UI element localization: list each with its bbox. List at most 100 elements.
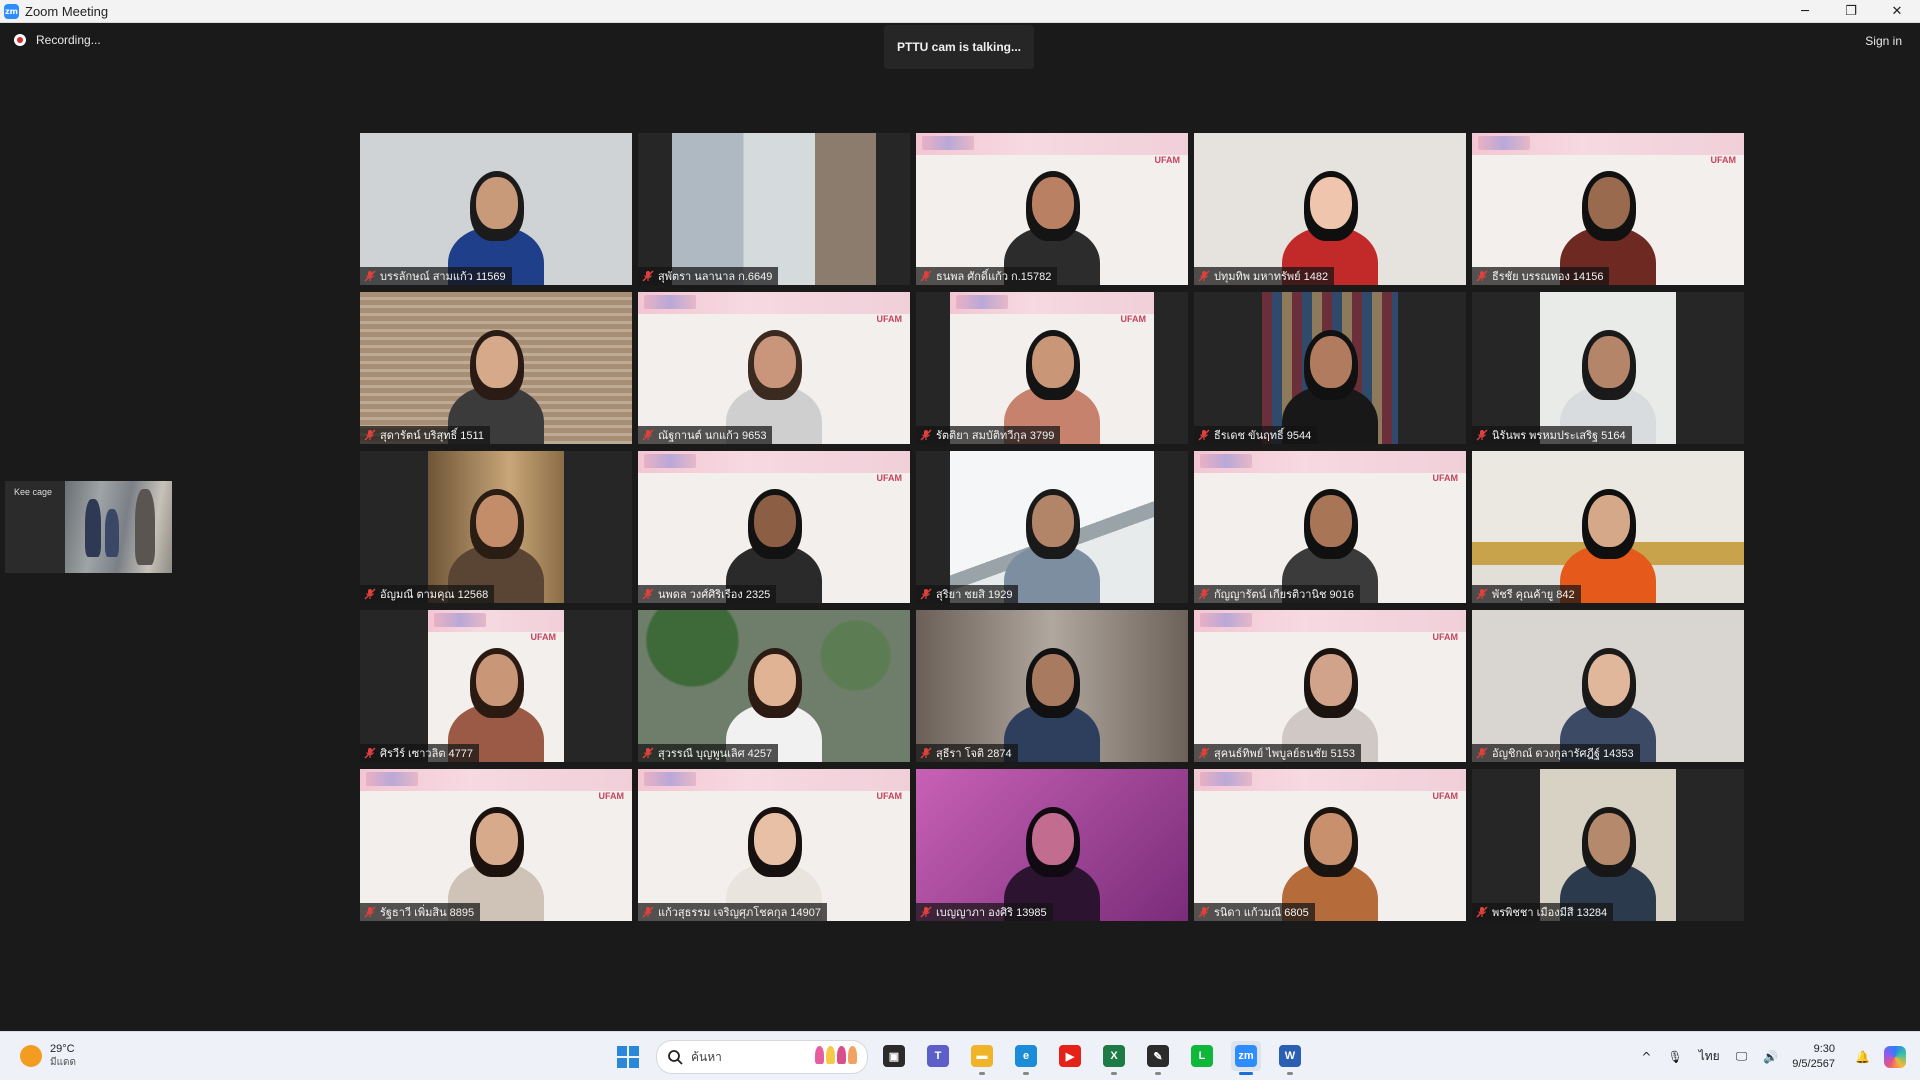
participant-video (1194, 133, 1466, 285)
participant-tile[interactable]: UFAM รัฐธาวี เพิ่มสิน 8895 (360, 769, 632, 921)
participant-tile[interactable]: UFAM ธีรชัย บรรณทอง 14156 (1472, 133, 1744, 285)
recording-indicator[interactable]: Recording... (14, 33, 101, 47)
participant-name: รนิดา แก้วมณี 6805 (1214, 907, 1309, 919)
participant-name: กัญญารัตน์ เกียรติวานิช 9016 (1214, 589, 1354, 601)
shared-slide-header (916, 133, 1188, 155)
participant-name-bar: อัญชิกณ์ ดวงกุลารัศฎีฐ์ 14353 (1472, 744, 1640, 762)
show-hidden-icons-chevron-icon[interactable]: ^ (1641, 1050, 1651, 1064)
record-icon (14, 34, 26, 46)
participant-tile[interactable]: UFAM รนิดา แก้วมณี 6805 (1194, 769, 1466, 921)
file-explorer-app-button[interactable]: ▬ (967, 1041, 997, 1075)
mic-off-icon (1198, 906, 1210, 918)
participant-tile[interactable]: พรพิชชา เมืองมีสี 13284 (1472, 769, 1744, 921)
shared-slide-header (360, 769, 632, 791)
taskbar-search[interactable]: ค้นหา (656, 1040, 868, 1074)
weather-temp: 29°C (50, 1043, 75, 1055)
teams-app-button[interactable]: T (923, 1041, 953, 1071)
participant-name: นิรันพร พรหมประเสริฐ 5164 (1492, 430, 1626, 442)
shared-slide-header (1472, 133, 1744, 155)
active-speaker-banner: PTTU cam is talking... (884, 25, 1034, 69)
participant-tile[interactable]: ธีรเดช ขันฤทธิ์ 9544 (1194, 292, 1466, 444)
participant-name: อัญชิกณ์ ดวงกุลารัศฎีฐ์ 14353 (1492, 748, 1634, 760)
participant-tile[interactable]: สุวรรณี บุญพูนเลิศ 4257 (638, 610, 910, 762)
task-view-app-button[interactable]: ▣ (879, 1041, 909, 1071)
participant-tile[interactable]: UFAM ธนพล ศักดิ์แก้ว ก.15782 (916, 133, 1188, 285)
zoom-app-button[interactable]: zm (1231, 1041, 1261, 1075)
mic-off-icon (1198, 429, 1210, 441)
participant-tile[interactable]: UFAM สุคนธ์ทิพย์ ไพบูลย์ธนชัย 5153 (1194, 610, 1466, 762)
slide-brand: UFAM (1120, 314, 1147, 324)
title-bar[interactable]: zm Zoom Meeting ─ ❐ ✕ (0, 0, 1920, 23)
participant-tile[interactable]: สุธีรา โจติ 2874 (916, 610, 1188, 762)
slide-brand: UFAM (1710, 155, 1737, 165)
slide-brand: UFAM (1154, 155, 1181, 165)
participant-video (1472, 610, 1744, 762)
participant-tile[interactable]: เบญญาภา องศิริ 13985 (916, 769, 1188, 921)
participant-name: ธนพล ศักดิ์แก้ว ก.15782 (936, 271, 1052, 283)
window-title: Zoom Meeting (25, 3, 109, 19)
sun-icon (20, 1045, 42, 1067)
participant-video: UFAM (1194, 769, 1466, 921)
participant-tile[interactable]: UFAM นพดล วงศ์ศิริเรือง 2325 (638, 451, 910, 603)
participant-name: ศิรวีร์ เซาวลิต 4777 (380, 748, 474, 760)
participant-name: พรพิชชา เมืองมีสี 13284 (1492, 907, 1608, 919)
window-controls: ─ ❐ ✕ (1782, 0, 1920, 22)
participant-tile[interactable]: นิรันพร พรหมประเสริฐ 5164 (1472, 292, 1744, 444)
close-button[interactable]: ✕ (1874, 0, 1920, 22)
youtube-app-button[interactable]: ▶ (1055, 1041, 1085, 1071)
participant-video: UFAM (1194, 451, 1466, 603)
mic-off-icon (920, 270, 932, 282)
sign-in-link[interactable]: Sign in (1865, 34, 1902, 48)
participant-tile[interactable]: อัญชิกณ์ ดวงกุลารัศฎีฐ์ 14353 (1472, 610, 1744, 762)
volume-icon[interactable]: 🔊 (1763, 1050, 1778, 1064)
line-app-button[interactable]: L (1187, 1041, 1217, 1071)
participant-tile[interactable]: พัชรี คุณค้ายู 842 (1472, 451, 1744, 603)
edge-icon: e (1015, 1045, 1037, 1067)
slide-brand: UFAM (1432, 632, 1459, 642)
participant-name-bar: นพดล วงศ์ศิริเรือง 2325 (638, 585, 777, 603)
gallery-grid: บรรลักษณ์ สามแก้ว 11569 สุพัตรา นลานาล ก.… (360, 133, 1744, 921)
excel-app-button[interactable]: X (1099, 1041, 1129, 1075)
copilot-icon[interactable] (1884, 1045, 1906, 1068)
edge-app-button[interactable]: e (1011, 1041, 1041, 1075)
notification-bell-icon[interactable]: 🔔 (1855, 1050, 1870, 1064)
participant-video: UFAM (638, 292, 910, 444)
participant-tile[interactable]: UFAM ณัฐกานต์ นกแก้ว 9653 (638, 292, 910, 444)
participant-name: สุพัตรา นลานาล ก.6649 (658, 271, 773, 283)
excel-icon: X (1103, 1045, 1125, 1067)
self-view-tile[interactable]: Kee cage (5, 481, 172, 573)
mic-off-icon (920, 429, 932, 441)
participant-tile[interactable]: ปทุมทิพ มหาทรัพย์ 1482 (1194, 133, 1466, 285)
language-indicator[interactable]: ไทย (1699, 1047, 1720, 1066)
participant-tile[interactable]: UFAM แก้วสุธรรม เจริญศุภโชคกุล 14907 (638, 769, 910, 921)
weather-widget[interactable]: 29°C มีแดด (20, 1042, 76, 1070)
network-icon[interactable]: 🖵 (1736, 1049, 1748, 1064)
word-app-button[interactable]: W (1275, 1041, 1305, 1075)
windows-start-icon[interactable] (616, 1045, 640, 1069)
participant-tile[interactable]: UFAM กัญญารัตน์ เกียรติวานิช 9016 (1194, 451, 1466, 603)
participant-name-bar: บรรลักษณ์ สามแก้ว 11569 (360, 267, 512, 285)
shared-slide-header (1194, 451, 1466, 473)
sticky-notes-app-button[interactable]: ✎ (1143, 1041, 1173, 1075)
participant-tile[interactable]: สุพัตรา นลานาล ก.6649 (638, 133, 910, 285)
microphone-icon[interactable]: 🎙 (1667, 1050, 1682, 1064)
participant-video (672, 133, 876, 285)
clock[interactable]: 9:30 9/5/2567 (1792, 1042, 1835, 1072)
tulips-icon (815, 1046, 857, 1064)
slide-brand: UFAM (530, 632, 557, 642)
participant-name: สุธีรา โจติ 2874 (936, 748, 1012, 760)
participant-name: สุดารัตน์ บริสุทธิ์ 1511 (380, 430, 484, 442)
participant-video (638, 610, 910, 762)
shared-slide-header (638, 451, 910, 473)
participant-tile[interactable]: UFAM รัตติยา สมบัติทวีกุล 3799 (916, 292, 1188, 444)
minimize-button[interactable]: ─ (1782, 0, 1828, 22)
restore-button[interactable]: ❐ (1828, 0, 1874, 22)
participant-tile[interactable]: อัญมณี ตามคุณ 12568 (360, 451, 632, 603)
participant-tile[interactable]: สุดารัตน์ บริสุทธิ์ 1511 (360, 292, 632, 444)
participant-tile[interactable]: บรรลักษณ์ สามแก้ว 11569 (360, 133, 632, 285)
participant-tile[interactable]: สุริยา ชยสิ 1929 (916, 451, 1188, 603)
shared-slide-header (950, 292, 1154, 314)
participant-name-bar: พรพิชชา เมืองมีสี 13284 (1472, 903, 1614, 921)
participant-tile[interactable]: UFAM ศิรวีร์ เซาวลิต 4777 (360, 610, 632, 762)
windows-taskbar: 29°C มีแดด ค้นหา ▣ T ▬ e ▶ X ✎ Lzm W ^ 🎙… (0, 1031, 1920, 1080)
